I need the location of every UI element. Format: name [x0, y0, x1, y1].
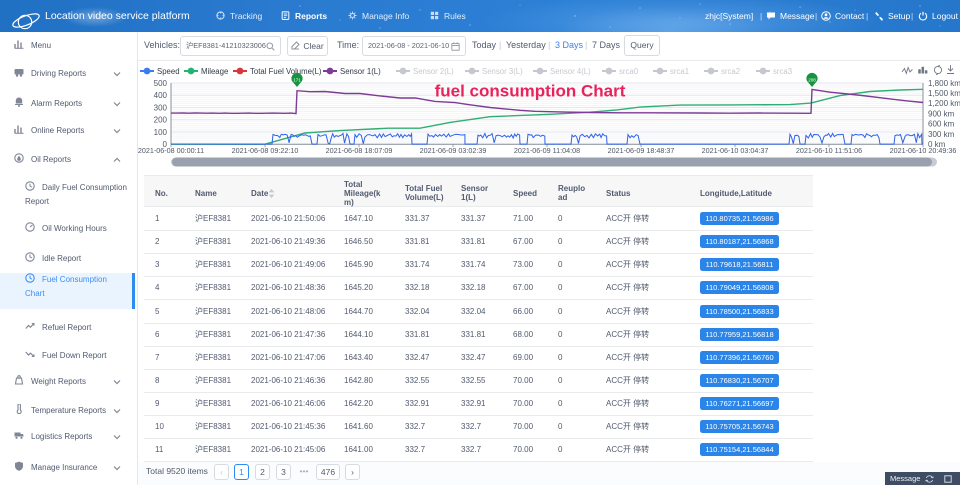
svg-text:171: 171	[293, 78, 301, 83]
svg-text:Sensor 2(L): Sensor 2(L)	[413, 67, 454, 76]
svg-text:1,800 km: 1,800 km	[928, 79, 960, 88]
svg-text:srca0: srca0	[619, 67, 639, 76]
svg-text:600 km: 600 km	[928, 120, 955, 129]
svg-text:300 km: 300 km	[928, 130, 955, 139]
svg-text:Mileage: Mileage	[201, 67, 228, 76]
svg-text:400: 400	[154, 91, 168, 100]
svg-text:srca2: srca2	[721, 67, 740, 76]
svg-text:100: 100	[154, 128, 168, 137]
svg-text:Speed: Speed	[157, 67, 180, 76]
svg-text:2021-06-09 03:02:39: 2021-06-09 03:02:39	[420, 146, 487, 155]
svg-text:Total Fuel Volume(L): Total Fuel Volume(L)	[250, 67, 322, 76]
svg-text:2021-06-10 03:04:37: 2021-06-10 03:04:37	[702, 146, 769, 155]
svg-text:2021-06-09 18:48:37: 2021-06-09 18:48:37	[608, 146, 675, 155]
svg-text:srca3: srca3	[773, 67, 792, 76]
svg-text:500: 500	[154, 79, 168, 88]
svg-text:2021-06-08 00:00:11: 2021-06-08 00:00:11	[138, 146, 204, 155]
svg-text:Sensor 1(L): Sensor 1(L)	[340, 67, 381, 76]
svg-text:2021-06-08 18:07:09: 2021-06-08 18:07:09	[326, 146, 393, 155]
svg-text:300: 300	[154, 103, 168, 112]
svg-text:srca1: srca1	[670, 67, 689, 76]
svg-text:1,200 km: 1,200 km	[928, 99, 960, 108]
svg-text:2021-06-09 11:04:08: 2021-06-09 11:04:08	[514, 146, 580, 155]
svg-text:Sensor 3(L): Sensor 3(L)	[482, 67, 523, 76]
svg-text:2021-06-08 09:22:10: 2021-06-08 09:22:10	[232, 146, 299, 155]
svg-text:900 km: 900 km	[928, 109, 955, 118]
svg-text:fuel consumption Chart: fuel consumption Chart	[435, 82, 626, 101]
svg-text:200: 200	[154, 116, 168, 125]
svg-text:208: 208	[808, 78, 816, 83]
svg-text:Sensor 4(L): Sensor 4(L)	[550, 67, 591, 76]
svg-text:2021-06-10 11:51:06: 2021-06-10 11:51:06	[796, 146, 862, 155]
svg-text:2021-06-10 20:49:36: 2021-06-10 20:49:36	[890, 146, 957, 155]
svg-text:1,500 km: 1,500 km	[928, 89, 960, 98]
